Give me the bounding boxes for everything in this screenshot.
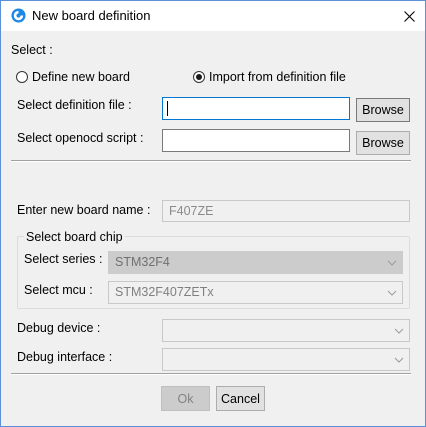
board-chip-group-label: Select board chip bbox=[24, 230, 125, 244]
separator-bottom bbox=[11, 373, 411, 375]
radio-define-circle[interactable] bbox=[16, 71, 28, 83]
text-caret bbox=[167, 101, 168, 116]
mcu-label: Select mcu : bbox=[24, 283, 93, 297]
cancel-label: Cancel bbox=[221, 391, 260, 406]
radio-import-circle[interactable] bbox=[193, 71, 205, 83]
board-name-label: Enter new board name : bbox=[17, 203, 151, 217]
cancel-button[interactable]: Cancel bbox=[216, 386, 265, 411]
debug-interface-select[interactable] bbox=[162, 348, 410, 371]
chevron-down-icon bbox=[394, 328, 404, 334]
definition-file-label: Select definition file : bbox=[17, 98, 132, 112]
definition-file-input[interactable] bbox=[162, 97, 350, 120]
close-button[interactable] bbox=[393, 1, 425, 31]
mcu-value: STM32F407ZETx bbox=[115, 285, 214, 299]
radio-define-new-board[interactable]: Define new board bbox=[16, 70, 146, 84]
browse-definition-label: Browse bbox=[362, 103, 404, 117]
ok-button[interactable]: Ok bbox=[161, 386, 210, 411]
series-select[interactable]: STM32F4 bbox=[108, 251, 403, 274]
chevron-down-icon bbox=[387, 260, 397, 266]
new-board-dialog: New board definition Select : Define new… bbox=[0, 0, 426, 427]
series-value: STM32F4 bbox=[115, 255, 170, 269]
debug-interface-label: Debug interface : bbox=[17, 350, 113, 364]
series-label: Select series : bbox=[24, 252, 103, 266]
browse-openocd-button[interactable]: Browse bbox=[356, 131, 410, 155]
title-bar: New board definition bbox=[1, 1, 425, 31]
board-name-value: F407ZE bbox=[169, 204, 214, 218]
radio-define-label[interactable]: Define new board bbox=[32, 70, 130, 84]
browse-openocd-label: Browse bbox=[362, 136, 404, 150]
window-title: New board definition bbox=[32, 8, 151, 23]
openocd-script-label: Select openocd script : bbox=[17, 131, 144, 145]
app-logo-icon bbox=[11, 8, 26, 23]
select-label: Select : bbox=[11, 43, 53, 57]
debug-device-select[interactable] bbox=[162, 319, 410, 342]
mcu-select[interactable]: STM32F407ZETx bbox=[108, 281, 403, 304]
radio-import-definition[interactable]: Import from definition file bbox=[193, 70, 368, 84]
browse-definition-button[interactable]: Browse bbox=[356, 98, 410, 122]
board-name-field: F407ZE bbox=[162, 200, 410, 222]
radio-import-label[interactable]: Import from definition file bbox=[209, 70, 346, 84]
chevron-down-icon bbox=[387, 290, 397, 296]
debug-device-label: Debug device : bbox=[17, 321, 101, 335]
ok-label: Ok bbox=[177, 391, 194, 406]
chevron-down-icon bbox=[394, 357, 404, 363]
separator-top bbox=[11, 160, 411, 162]
close-icon bbox=[403, 10, 415, 22]
openocd-script-input[interactable] bbox=[162, 129, 350, 152]
